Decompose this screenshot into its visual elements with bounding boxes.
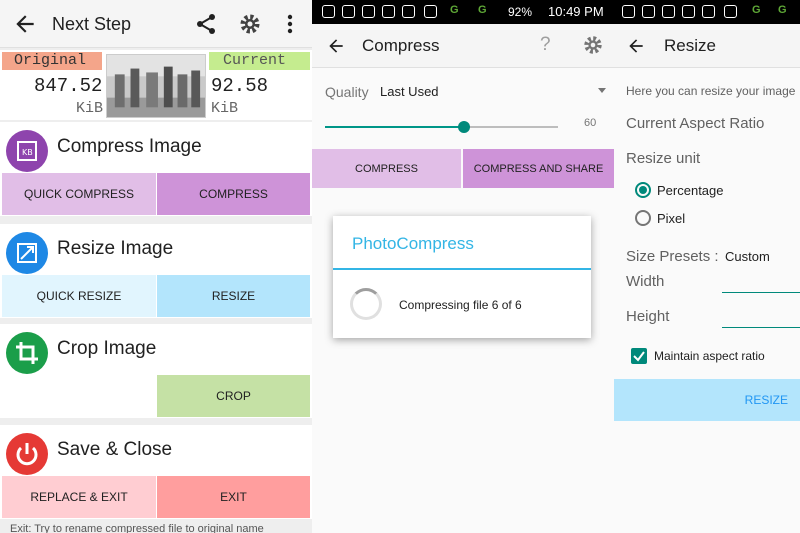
back-arrow-icon[interactable] xyxy=(12,11,38,37)
app-bar: Compress ? xyxy=(312,24,614,68)
image-thumbnail xyxy=(106,54,206,118)
compress-button[interactable]: COMPRESS xyxy=(157,173,310,215)
quality-slider-thumb[interactable] xyxy=(458,121,470,133)
resize-title: Resize Image xyxy=(57,238,174,259)
pixel-radio[interactable] xyxy=(635,210,651,226)
quality-select[interactable]: Last Used xyxy=(380,84,439,99)
compress-title: Compress Image xyxy=(57,136,202,157)
save-card: Save & Close REPLACE & EXIT EXIT xyxy=(0,425,312,519)
current-size: 92.58 xyxy=(211,75,269,97)
size-presets-label: Size Presets : xyxy=(626,248,719,265)
page-title: Compress xyxy=(362,36,440,55)
clock: 10:49 PM xyxy=(548,4,604,19)
battery-percent: 92% xyxy=(508,5,533,19)
help-icon[interactable]: ? xyxy=(540,34,551,56)
dialog-title: PhotoCompress xyxy=(352,234,474,253)
aspect-ratio-label: Current Aspect Ratio xyxy=(626,115,765,132)
height-input[interactable] xyxy=(722,327,800,328)
quick-resize-button[interactable]: QUICK RESIZE xyxy=(2,275,156,317)
maintain-aspect-label: Maintain aspect ratio xyxy=(654,349,765,363)
resize-button[interactable]: RESIZE xyxy=(614,379,800,421)
replace-exit-button[interactable]: REPLACE & EXIT xyxy=(2,476,156,518)
network-indicator: G xyxy=(752,4,761,16)
percentage-label: Percentage xyxy=(657,183,724,198)
back-arrow-icon[interactable] xyxy=(626,36,646,56)
save-title: Save & Close xyxy=(57,439,173,460)
network-indicator: G xyxy=(450,4,459,16)
notification-icon xyxy=(382,5,395,18)
svg-text:KB: KB xyxy=(22,148,33,157)
network-indicator: G xyxy=(478,4,487,16)
resize-button[interactable]: RESIZE xyxy=(157,275,310,317)
quality-slider-fill xyxy=(325,126,464,128)
crop-title: Crop Image xyxy=(57,338,157,359)
lock-icon xyxy=(424,5,437,18)
current-unit: KiB xyxy=(211,100,239,117)
whatsapp-icon xyxy=(622,5,635,18)
percentage-radio[interactable] xyxy=(635,182,651,198)
width-input[interactable] xyxy=(722,292,800,293)
back-arrow-icon[interactable] xyxy=(326,36,346,56)
size-comparison: Original 847.52 KiB Current 92.58 KiB xyxy=(0,50,312,120)
app-bar: Next Step xyxy=(0,0,312,48)
quality-value: 60 xyxy=(584,117,597,129)
notification-icon xyxy=(402,5,415,18)
compress-button[interactable]: COMPRESS xyxy=(312,149,461,188)
next-step-screen: Next Step Original 847.52 KiB Current 92… xyxy=(0,0,312,533)
original-size: 847.52 xyxy=(34,75,103,97)
notification-icon xyxy=(702,5,715,18)
crop-empty-slot xyxy=(2,375,156,417)
spinner-icon xyxy=(350,288,382,320)
current-label: Current xyxy=(209,52,310,70)
height-label: Height xyxy=(626,308,670,325)
dialog-divider xyxy=(333,268,591,270)
kb-icon: KB xyxy=(6,130,48,172)
whatsapp-icon xyxy=(642,5,655,18)
notification-icon xyxy=(682,5,695,18)
exit-hint: Exit: Try to rename compressed file to o… xyxy=(10,523,264,533)
whatsapp-icon xyxy=(342,5,355,18)
page-title: Resize xyxy=(664,36,716,55)
more-vert-icon[interactable] xyxy=(284,12,296,36)
compress-screen: G G 92% 10:49 PM Compress ? Quality Last… xyxy=(312,0,614,533)
resize-card: Resize Image QUICK RESIZE RESIZE xyxy=(0,224,312,318)
power-icon xyxy=(6,433,48,475)
network-indicator: G xyxy=(778,4,787,16)
exit-button[interactable]: EXIT xyxy=(157,476,310,518)
status-bar: G G xyxy=(614,0,800,24)
crop-button[interactable]: CROP xyxy=(157,375,310,417)
app-bar: Resize xyxy=(614,24,800,68)
lock-icon xyxy=(724,5,737,18)
share-icon[interactable] xyxy=(194,12,218,36)
gear-icon[interactable] xyxy=(582,34,604,56)
status-bar: G G 92% 10:49 PM xyxy=(312,0,614,24)
size-presets-select[interactable]: Custom xyxy=(725,249,770,264)
gear-icon[interactable] xyxy=(238,12,262,36)
width-label: Width xyxy=(626,273,665,290)
resize-icon xyxy=(6,232,48,274)
image-notification-icon xyxy=(662,5,675,18)
image-notification-icon xyxy=(362,5,375,18)
chevron-down-icon[interactable] xyxy=(598,88,606,93)
progress-dialog: PhotoCompress Compressing file 6 of 6 xyxy=(333,216,591,338)
quick-compress-button[interactable]: QUICK COMPRESS xyxy=(2,173,156,215)
page-title: Next Step xyxy=(52,14,132,34)
compress-and-share-button[interactable]: COMPRESS AND SHARE xyxy=(463,149,614,188)
pixel-label: Pixel xyxy=(657,211,686,226)
resize-unit-label: Resize unit xyxy=(626,150,701,167)
crop-icon xyxy=(6,332,48,374)
resize-screen: G G Resize Here you can resize your imag… xyxy=(614,0,800,533)
compress-card: KB Compress Image QUICK COMPRESS COMPRES… xyxy=(0,122,312,216)
whatsapp-icon xyxy=(322,5,335,18)
original-unit: KiB xyxy=(76,100,104,117)
maintain-aspect-checkbox[interactable] xyxy=(631,348,647,364)
dialog-message: Compressing file 6 of 6 xyxy=(399,298,522,312)
original-label: Original xyxy=(2,52,102,70)
quality-label: Quality xyxy=(325,84,369,100)
resize-hint: Here you can resize your image xyxy=(626,84,796,98)
crop-card: Crop Image CROP xyxy=(0,324,312,418)
